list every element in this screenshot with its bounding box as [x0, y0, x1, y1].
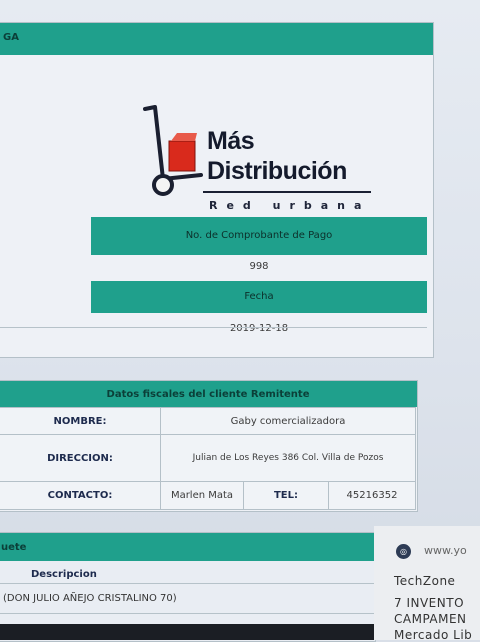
- hand-truck-icon: [143, 105, 203, 196]
- direccion-label: DIRECCION:: [0, 434, 161, 482]
- fiscal-data-panel: Datos fiscales del cliente Remitente NOM…: [0, 380, 418, 512]
- comprobante-value: 998: [249, 261, 269, 272]
- divider: [0, 583, 375, 584]
- overlay-title-line1: 7 INVENTO: [394, 596, 465, 610]
- nombre-value: Gaby comercializadora: [160, 407, 416, 435]
- receipt-panel: GA Más Distribución Red urbana No. de Co…: [0, 22, 434, 358]
- package-header-bar: uete: [0, 533, 375, 561]
- tel-value: 45216352: [328, 481, 416, 510]
- screen: GA Más Distribución Red urbana No. de Co…: [0, 0, 480, 642]
- logo-text-mas: Más: [207, 127, 255, 155]
- descripcion-column-header: Descripcion: [31, 569, 97, 580]
- video-overlay-card[interactable]: ◎ www.yo TechZone 7 INVENTO CAMPAMEN Mer…: [374, 526, 480, 642]
- contacto-label: CONTACTO:: [0, 481, 161, 510]
- comprobante-label: No. de Comprobante de Pago: [91, 217, 427, 255]
- logo-underline: [203, 191, 371, 193]
- overlay-channel: TechZone: [394, 574, 456, 588]
- logo-tagline: Red urbana: [209, 199, 371, 212]
- screen-bezel: [0, 624, 374, 640]
- direccion-value: Julian de Los Reyes 386 Col. Villa de Po…: [160, 434, 416, 482]
- logo-text-distribucion: Distribución: [207, 157, 347, 185]
- overlay-title-line2: CAMPAMEN: [394, 612, 467, 626]
- overlay-url[interactable]: www.yo: [424, 544, 467, 557]
- divider: [0, 613, 375, 614]
- package-header-title: uete: [1, 542, 27, 553]
- globe-icon: ◎: [396, 544, 411, 559]
- fiscal-title: Datos fiscales del cliente Remitente: [0, 381, 417, 407]
- company-logo: Más Distribución Red urbana: [141, 101, 381, 213]
- descripcion-row-value: (DON JULIO AÑEJO CRISTALINO 70): [3, 593, 177, 604]
- nombre-label: NOMBRE:: [0, 407, 161, 435]
- contacto-value: Marlen Mata: [160, 481, 244, 510]
- receipt-header-bar: GA: [0, 23, 433, 55]
- fecha-value: 2019-12-18: [229, 323, 289, 334]
- divider: [0, 327, 427, 328]
- fecha-label: Fecha: [91, 281, 427, 313]
- tel-label: TEL:: [243, 481, 329, 510]
- receipt-header-title: GA: [3, 32, 19, 43]
